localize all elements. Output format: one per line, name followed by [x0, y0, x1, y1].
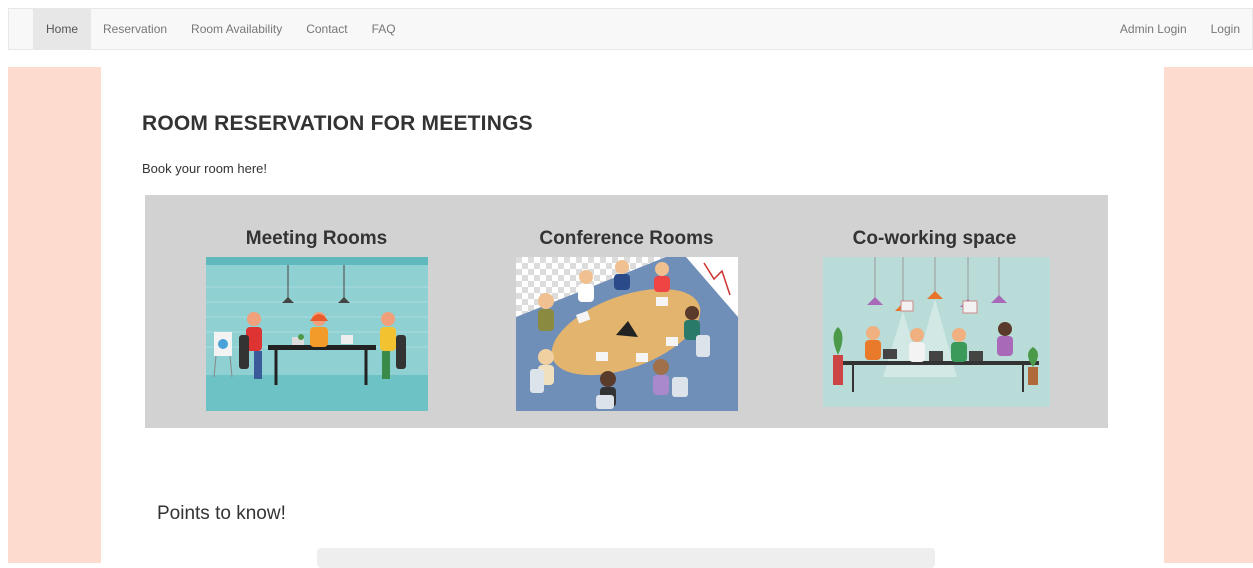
page-title: ROOM RESERVATION FOR MEETINGS	[142, 112, 533, 135]
room-types-panel: Meeting Rooms Conference Rooms Co-workin…	[145, 195, 1108, 428]
nav-reservation[interactable]: Reservation	[91, 9, 179, 49]
right-side-panel	[1164, 67, 1253, 563]
nav-room-availability[interactable]: Room Availability	[179, 9, 294, 49]
nav-contact[interactable]: Contact	[294, 9, 359, 49]
main-content: ROOM RESERVATION FOR MEETINGS Book your …	[101, 67, 1164, 568]
left-side-panel	[8, 67, 101, 563]
conference-room-image[interactable]	[516, 257, 738, 411]
nav-faq[interactable]: FAQ	[360, 9, 408, 49]
points-heading: Points to know!	[157, 503, 286, 524]
navbar-right: Admin Login Login	[1108, 9, 1252, 49]
room-title-meeting: Meeting Rooms	[245, 228, 388, 249]
navbar-left: Home Reservation Room Availability Conta…	[9, 9, 408, 49]
room-title-conference: Conference Rooms	[539, 228, 714, 249]
room-title-coworking: Co-working space	[852, 228, 1017, 249]
coworking-space-image[interactable]	[823, 257, 1050, 407]
page-subtitle: Book your room here!	[142, 161, 268, 176]
nav-login[interactable]: Login	[1199, 9, 1252, 49]
nav-home[interactable]: Home	[33, 9, 92, 49]
navbar: Home Reservation Room Availability Conta…	[8, 8, 1253, 50]
meeting-room-image[interactable]	[206, 257, 428, 411]
points-box	[317, 548, 935, 568]
nav-admin-login[interactable]: Admin Login	[1108, 9, 1199, 49]
